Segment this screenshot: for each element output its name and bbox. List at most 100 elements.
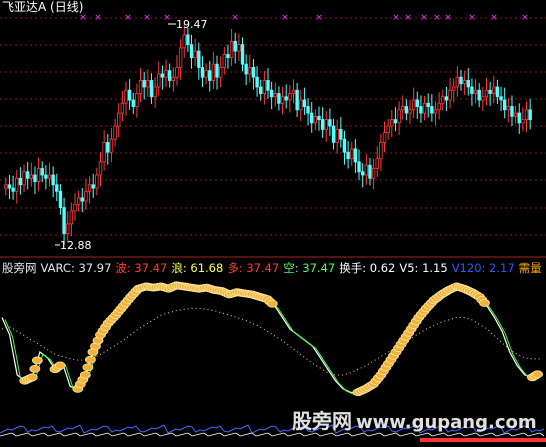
candle-body (266, 80, 270, 91)
candle-body (390, 119, 394, 127)
top-marker: × (490, 13, 498, 23)
candle-body (368, 164, 372, 179)
candle-body (73, 203, 77, 212)
candle-body (422, 102, 427, 114)
top-marker: × (281, 13, 289, 23)
candle-body (466, 80, 470, 88)
candle-body (277, 93, 281, 104)
candle-body (481, 96, 485, 101)
candle-body (342, 138, 347, 153)
candle-body (510, 106, 514, 117)
candle-body (317, 115, 321, 120)
candle-body (273, 93, 277, 98)
indicator-legend-item: 需量 (518, 261, 542, 275)
candle-body (55, 184, 59, 192)
candle-body (441, 96, 445, 104)
candle-body (470, 86, 474, 94)
candle-body (193, 50, 197, 59)
indicator-legend-item: 空: 37.47 (283, 261, 336, 275)
indicator-legend-item: 换手: 0.62 (339, 261, 396, 275)
candle-body (517, 112, 521, 124)
candle-body (259, 86, 263, 94)
indicator-legend-item: 波: 37.47 (115, 261, 168, 275)
candle-body (488, 89, 492, 94)
top-marker: × (468, 13, 476, 23)
candle-body (197, 50, 201, 68)
candle-body (502, 99, 507, 111)
candle-body (477, 89, 481, 101)
candle-body (495, 86, 500, 98)
candle-body (335, 128, 339, 143)
candle-body (382, 132, 387, 143)
candle-body (178, 47, 183, 68)
coin-marker (85, 355, 96, 364)
candle-body (91, 184, 95, 189)
candle-body (211, 63, 216, 81)
candle-body (404, 106, 409, 114)
coin-marker (29, 364, 41, 373)
watermark-url: www.gupang.com (356, 412, 537, 433)
candle-body (233, 40, 237, 52)
candle-body (153, 86, 157, 98)
candle-body (164, 70, 168, 78)
candle-body (313, 115, 318, 124)
indicator-legend-item: V5: 1.15 (399, 261, 448, 275)
candle-body (269, 89, 274, 98)
coin-marker (79, 371, 91, 379)
candle-body (62, 207, 66, 235)
chart-title: 飞亚达A (日线) (2, 0, 84, 14)
candle-body (95, 174, 99, 189)
candle-body (167, 70, 172, 81)
candle-body (350, 148, 354, 160)
candle-body (18, 177, 23, 186)
indicator-legend-item: VARC: 37.97 (40, 261, 112, 275)
chart-window: × × × × × × × × × × × × × × × × 飞亚达A (日线) 19.47 12.88 股… (0, 0, 546, 443)
candle-body (280, 96, 285, 104)
candle-body (29, 174, 34, 179)
indicator-legend: 股旁网 VARC: 37.97 波: 37.47 浪: 61.68 多: 37.47 空:… (2, 261, 546, 275)
candle-body (36, 168, 41, 182)
top-marker: × (392, 13, 400, 23)
candle-body (69, 210, 74, 225)
candle-body (455, 76, 460, 88)
candle-body (302, 99, 307, 107)
candle-body (113, 125, 117, 140)
candle-body (328, 119, 332, 127)
candle-body (25, 171, 30, 179)
candle-body (360, 171, 365, 176)
candle-body (411, 99, 416, 111)
candle-body (215, 63, 219, 78)
volume-bar (420, 438, 546, 442)
candle-body (240, 44, 245, 65)
candle-body (492, 86, 496, 94)
candle-body (251, 67, 256, 78)
candle-body (4, 184, 8, 189)
candle-body (204, 70, 208, 78)
coin-marker (532, 370, 543, 379)
candle-body (299, 99, 303, 111)
candle-body (15, 177, 19, 192)
candle-body (66, 223, 70, 235)
coin-marker (82, 363, 94, 372)
candle-body (324, 119, 328, 130)
candle-body (222, 53, 227, 68)
candle-body (462, 80, 467, 85)
candle-body (102, 142, 106, 163)
indicator-legend-item: V120: 2.17 (451, 261, 515, 275)
candle-body (171, 76, 176, 81)
candle-body (7, 184, 12, 189)
site-watermark: 股旁网 www.gupang.com (292, 405, 537, 434)
top-marker: × (444, 13, 452, 23)
candle-body (499, 96, 503, 101)
candle-body (138, 80, 143, 94)
candle-body (131, 99, 135, 107)
indicator-panel (1, 281, 544, 397)
top-marker: × (433, 13, 441, 23)
candle-body (401, 106, 405, 111)
candle-body (117, 112, 121, 127)
candle-body (408, 109, 412, 114)
candle-body (331, 125, 336, 143)
candle-body (84, 190, 88, 202)
top-marker: × (124, 13, 132, 23)
candle-body (309, 112, 314, 124)
